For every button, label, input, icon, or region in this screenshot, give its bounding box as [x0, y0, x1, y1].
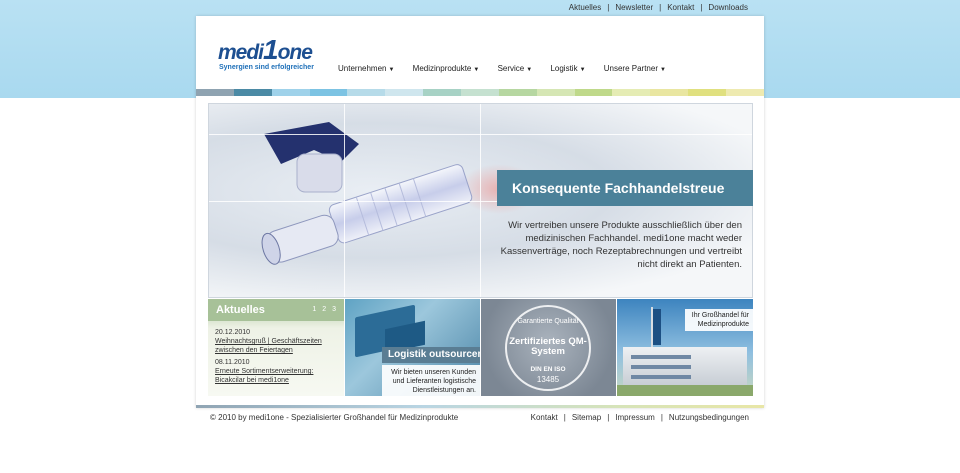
color-stripe-bar [196, 89, 764, 96]
seal-line-4: 13485 [536, 375, 560, 384]
window [631, 355, 691, 359]
building-image [623, 347, 747, 387]
color-stripe [271, 89, 310, 96]
news-link[interactable]: Weihnachtsgruß | Geschäftszeiten zwische… [215, 337, 340, 355]
logistics-title: Logistik outsourcen [382, 347, 480, 363]
logistics-tile[interactable]: Logistik outsourcen Wir bieten unseren K… [345, 299, 480, 396]
window [631, 365, 691, 369]
color-stripe [650, 89, 689, 96]
news-item: 08.11.2010 Erneute Sortimentserweiterung… [215, 358, 340, 385]
news-date: 20.12.2010 [215, 329, 251, 336]
separator: | [607, 3, 610, 12]
flag-image [653, 309, 661, 345]
news-header: Aktuelles 1 2 3 [208, 299, 344, 321]
footer-link-nutzungsbedingungen[interactable]: Nutzungsbedingungen [669, 413, 749, 422]
nav-label: Service [497, 64, 525, 73]
footer-link-sitemap[interactable]: Sitemap [572, 413, 601, 422]
chevron-down-icon: ▼ [660, 67, 666, 73]
seal-line-2: Zertifiziertes QM-System [509, 336, 587, 357]
color-stripe [385, 89, 424, 96]
separator: | [607, 413, 610, 422]
color-stripe [536, 89, 575, 96]
main-navigation: Unternehmen ▼ Medizinprodukte ▼ Service ▼ L… [338, 64, 682, 73]
color-stripe [423, 89, 462, 96]
separator: | [659, 3, 662, 12]
teaser-tiles: Aktuelles 1 2 3 20.12.2010 Weihnachtsgru… [208, 299, 753, 396]
color-stripe [196, 89, 234, 96]
news-link[interactable]: Erneute Sortimentserweiterung: Bicakcila… [215, 367, 340, 385]
separator: | [700, 3, 703, 12]
grid-line [209, 134, 752, 135]
footer-copyright: © 2010 by medi1one - Spezialisierter Gro… [210, 413, 459, 422]
nav-label: Unsere Partner [603, 64, 658, 73]
color-stripe [688, 89, 727, 96]
news-date: 08.11.2010 [215, 359, 250, 366]
separator: | [563, 413, 566, 422]
logo-part-one: one [277, 41, 313, 64]
footer-navigation: Kontakt | Sitemap | Impressum | Nutzungsbeding… [531, 413, 749, 422]
seal-line-1: Garantierte Qualität [517, 318, 579, 325]
wholesale-tile[interactable]: Ihr Großhandel für Medizinprodukte [617, 299, 753, 396]
color-stripe [347, 89, 386, 96]
wholesale-text: Ihr Großhandel für Medizinprodukte [685, 309, 753, 331]
news-tile: Aktuelles 1 2 3 20.12.2010 Weihnachtsgru… [208, 299, 344, 396]
window [631, 375, 691, 379]
lawn-image [617, 385, 753, 396]
nav-label: Logistik [550, 64, 578, 73]
color-stripe [309, 89, 348, 96]
color-stripe [574, 89, 613, 96]
quality-seal: Garantierte Qualität Zertifiziertes QM-S… [505, 305, 591, 391]
nav-unsere-partner[interactable]: Unsere Partner ▼ [604, 64, 666, 73]
separator: | [660, 413, 663, 422]
chevron-down-icon: ▼ [473, 67, 480, 73]
color-stripe [726, 89, 764, 96]
chevron-down-icon: ▼ [526, 67, 533, 73]
footer-link-impressum[interactable]: Impressum [615, 413, 655, 422]
quality-tile[interactable]: Garantierte Qualität Zertifiziertes QM-S… [481, 299, 616, 396]
hero-text: Wir vertreiben unsere Produkte ausschlie… [500, 220, 742, 270]
nav-service[interactable]: Service ▼ [498, 64, 533, 73]
footer-stripe [196, 405, 764, 408]
logo-part-1: 1 [263, 34, 279, 65]
news-page-1[interactable]: 1 [312, 306, 316, 313]
footer-link-kontakt[interactable]: Kontakt [531, 413, 558, 422]
top-navigation: Aktuelles | Newsletter | Kontakt | Downloads [569, 3, 748, 12]
chevron-down-icon: ▼ [388, 67, 395, 73]
hero-title: Konsequente Fachhandelstreue [497, 170, 753, 206]
nav-medizinprodukte[interactable]: Medizinprodukte ▼ [413, 64, 480, 73]
news-pagination: 1 2 3 [308, 306, 336, 313]
nav-label: Medizinprodukte [412, 64, 472, 73]
news-title: Aktuelles [216, 304, 265, 316]
logo-part-medi: medi [218, 41, 264, 64]
chevron-down-icon: ▼ [579, 67, 586, 73]
nav-label: Unternehmen [338, 64, 387, 73]
top-nav-newsletter[interactable]: Newsletter [615, 3, 653, 12]
color-stripe [498, 89, 537, 96]
nav-logistik[interactable]: Logistik ▼ [550, 64, 585, 73]
top-nav-aktuelles[interactable]: Aktuelles [569, 3, 601, 12]
seal-line-3: DIN EN ISO [530, 366, 566, 373]
color-stripe [461, 89, 499, 96]
top-nav-downloads[interactable]: Downloads [708, 3, 748, 12]
color-stripe [233, 89, 272, 96]
color-stripe [612, 89, 651, 96]
nav-unternehmen[interactable]: Unternehmen ▼ [338, 64, 394, 73]
top-nav-kontakt[interactable]: Kontakt [667, 3, 694, 12]
brand-logo[interactable]: medi1one Synergien sind erfolgreicher [218, 34, 318, 80]
logo-wordmark: medi1one [218, 34, 313, 66]
brand-tagline: Synergien sind erfolgreicher [219, 64, 314, 71]
news-page-3[interactable]: 3 [332, 306, 336, 313]
news-page-2[interactable]: 2 [322, 306, 326, 313]
logistics-text: Wir bieten unseren Kunden und Lieferante… [382, 365, 480, 396]
news-item: 20.12.2010 Weihnachtsgruß | Geschäftszei… [215, 328, 340, 355]
